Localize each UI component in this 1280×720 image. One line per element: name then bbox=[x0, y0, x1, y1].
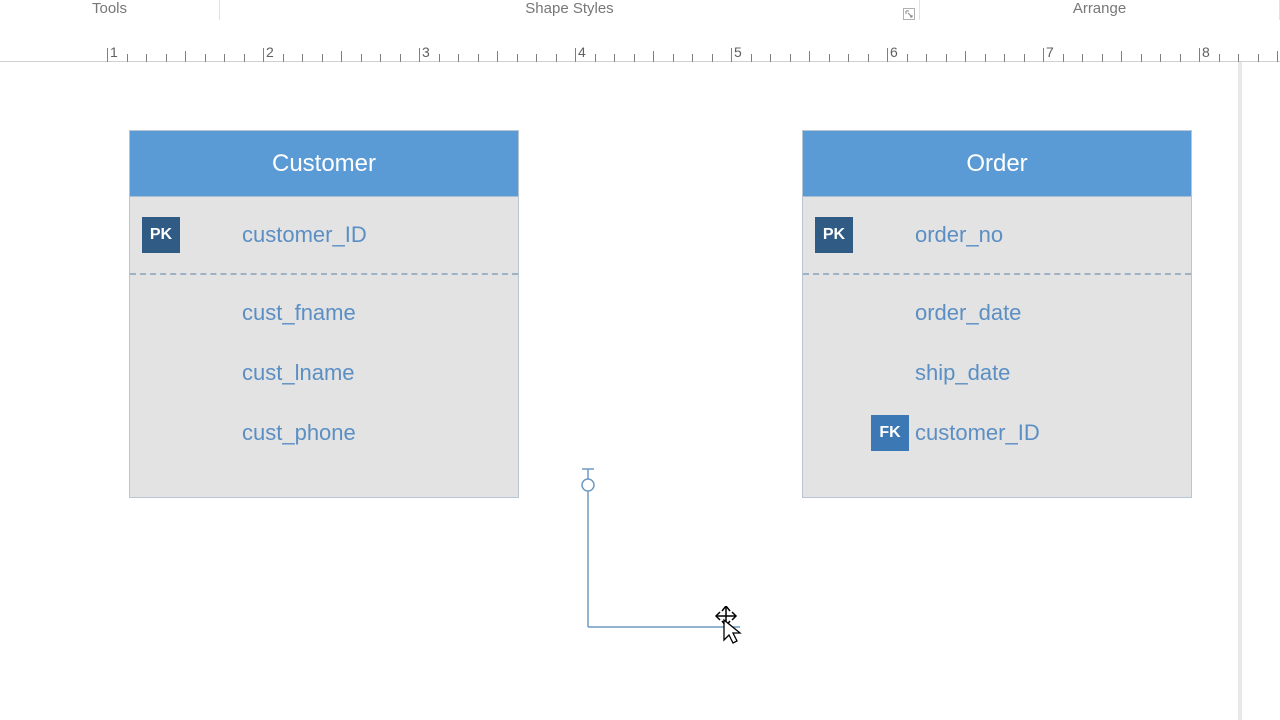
ribbon-group-row: Tools Shape Styles Arrange bbox=[0, 0, 1280, 20]
field-name: ship_date bbox=[915, 360, 1010, 386]
ruler-number: 5 bbox=[734, 44, 742, 60]
field-row[interactable]: cust_phone bbox=[130, 403, 518, 463]
ribbon-group-arrange: Arrange bbox=[920, 0, 1280, 20]
field-name: cust_phone bbox=[242, 420, 356, 446]
ruler-number: 4 bbox=[578, 44, 586, 60]
entity-order-header[interactable]: Order bbox=[803, 131, 1191, 197]
ribbon-group-tools-label: Tools bbox=[92, 0, 127, 17]
entity-order-body: PK order_no order_date ship_date FK cust… bbox=[803, 197, 1191, 463]
drawing-canvas[interactable]: Customer PK customer_ID cust_fname cust_… bbox=[0, 62, 1280, 720]
ribbon-group-tools: Tools bbox=[0, 0, 220, 20]
entity-customer[interactable]: Customer PK customer_ID cust_fname cust_… bbox=[129, 130, 519, 498]
entity-customer-title: Customer bbox=[272, 150, 376, 178]
pk-badge: PK bbox=[142, 217, 180, 253]
shape-styles-dialog-launcher[interactable] bbox=[903, 8, 915, 20]
field-name: customer_ID bbox=[242, 222, 367, 248]
ruler-number: 2 bbox=[266, 44, 274, 60]
entity-customer-body: PK customer_ID cust_fname cust_lname cus… bbox=[130, 197, 518, 463]
pk-badge: PK bbox=[815, 217, 853, 253]
entity-order[interactable]: Order PK order_no order_date ship_date F… bbox=[802, 130, 1192, 498]
ruler-number: 3 bbox=[422, 44, 430, 60]
move-cursor-icon bbox=[712, 606, 756, 655]
field-name: cust_fname bbox=[242, 300, 356, 326]
ribbon-group-arrange-label: Arrange bbox=[1073, 0, 1126, 17]
field-row[interactable]: FK customer_ID bbox=[803, 403, 1191, 463]
field-row[interactable]: order_date bbox=[803, 283, 1191, 343]
field-name: order_no bbox=[915, 222, 1003, 248]
horizontal-ruler: 1 2 3 4 5 6 7 8 bbox=[0, 28, 1280, 62]
page-right-edge bbox=[1238, 62, 1242, 720]
ruler-number: 8 bbox=[1202, 44, 1210, 60]
fk-badge: FK bbox=[871, 415, 909, 451]
ruler-number: 7 bbox=[1046, 44, 1054, 60]
field-row[interactable]: cust_fname bbox=[130, 283, 518, 343]
field-name: order_date bbox=[915, 300, 1021, 326]
entity-customer-header[interactable]: Customer bbox=[130, 131, 518, 197]
ribbon-group-shape-styles: Shape Styles bbox=[220, 0, 920, 20]
field-row[interactable]: cust_lname bbox=[130, 343, 518, 403]
ruler-number: 1 bbox=[110, 44, 118, 60]
field-row[interactable]: PK order_no bbox=[803, 197, 1191, 275]
field-name: customer_ID bbox=[915, 420, 1040, 446]
ribbon-group-shape-styles-label: Shape Styles bbox=[525, 0, 613, 17]
field-row[interactable]: PK customer_ID bbox=[130, 197, 518, 275]
entity-order-title: Order bbox=[966, 150, 1027, 178]
field-name: cust_lname bbox=[242, 360, 355, 386]
ruler-number: 6 bbox=[890, 44, 898, 60]
relationship-connector[interactable] bbox=[560, 467, 800, 707]
field-row[interactable]: ship_date bbox=[803, 343, 1191, 403]
